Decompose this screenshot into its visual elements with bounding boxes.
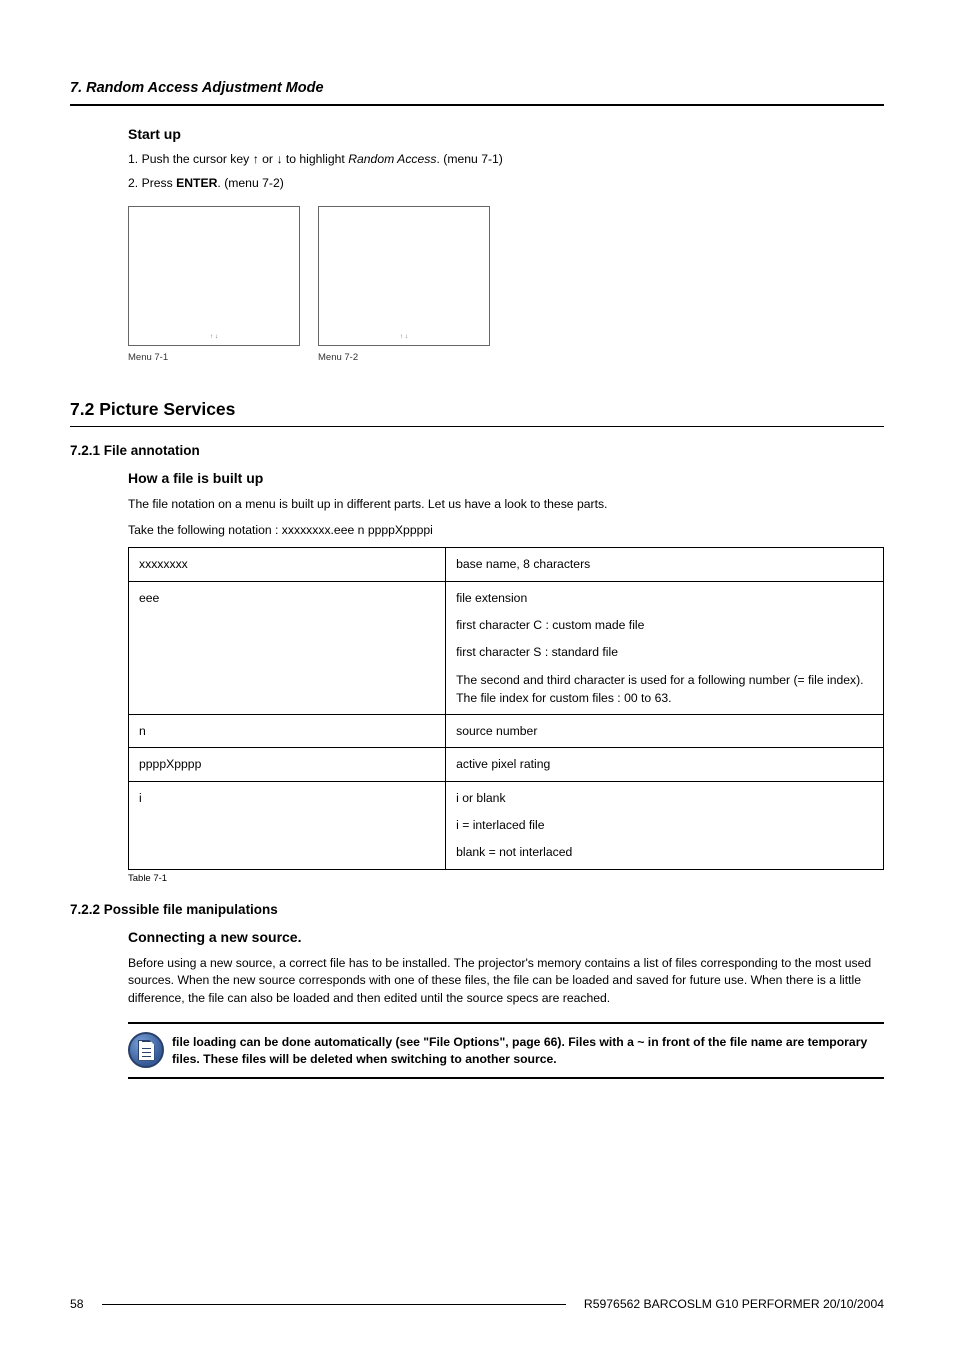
subsection-721-heading: 7.2.1 File annotation: [70, 443, 884, 458]
startup-steps: 1. Push the cursor key ↑ or ↓ to highlig…: [128, 152, 884, 190]
table-row: xxxxxxxx base name, 8 characters: [129, 548, 884, 581]
cell-line: first character C : custom made file: [456, 616, 873, 634]
step-bold: ENTER: [176, 176, 217, 190]
menu-screenshots: ↑ ↓ Menu 7-1 ↑ ↓ Menu 7-2: [128, 206, 884, 363]
section-rule: [70, 426, 884, 427]
chapter-rule: [70, 104, 884, 106]
cell-line: base name, 8 characters: [456, 555, 873, 573]
file-built-heading: How a file is built up: [128, 470, 884, 486]
table-val: i or blank i = interlaced file blank = n…: [446, 781, 884, 869]
cell-line: blank = not interlaced: [456, 843, 873, 861]
page-number: 58: [70, 1297, 84, 1311]
cell-line: The second and third character is used f…: [456, 671, 873, 708]
paragraph: Before using a new source, a correct fil…: [128, 955, 884, 1008]
file-annotation-table: xxxxxxxx base name, 8 characters eee fil…: [128, 547, 884, 869]
connecting-heading: Connecting a new source.: [128, 929, 884, 945]
footer-rule: [102, 1304, 566, 1305]
cell-line: source number: [456, 722, 873, 740]
table-val: active pixel rating: [446, 748, 884, 781]
step-emph: Random Access: [348, 152, 436, 166]
cell-line: i = interlaced file: [456, 816, 873, 834]
table-row: i i or blank i = interlaced file blank =…: [129, 781, 884, 869]
cell-line: first character S : standard file: [456, 643, 873, 661]
cell-line: file extension: [456, 589, 873, 607]
step-number: 2.: [128, 176, 138, 190]
step-text: Push the cursor key ↑ or ↓ to highlight: [142, 152, 349, 166]
menu-caption: Menu 7-1: [128, 352, 300, 363]
cell-line: active pixel rating: [456, 755, 873, 773]
document-icon: [128, 1032, 164, 1068]
menu-hint: ↑ ↓: [129, 333, 299, 341]
table-row: eee file extension first character C : c…: [129, 581, 884, 714]
table-row: n source number: [129, 715, 884, 748]
table-key: xxxxxxxx: [129, 548, 446, 581]
note-text: file loading can be done automatically (…: [172, 1032, 884, 1069]
cell-line: i or blank: [456, 789, 873, 807]
step-text: . (menu 7-2): [217, 176, 283, 190]
table-caption: Table 7-1: [128, 873, 884, 884]
table-row: ppppXpppp active pixel rating: [129, 748, 884, 781]
menu-frame: ↑ ↓: [128, 206, 300, 346]
note-icon: [128, 1032, 172, 1069]
chapter-title: 7. Random Access Adjustment Mode: [70, 80, 884, 96]
paragraph: The file notation on a menu is built up …: [128, 496, 884, 514]
table-val: base name, 8 characters: [446, 548, 884, 581]
step-number: 1.: [128, 152, 138, 166]
list-item: 2. Press ENTER. (menu 7-2): [128, 176, 884, 190]
table-key: ppppXpppp: [129, 748, 446, 781]
table-val: source number: [446, 715, 884, 748]
note-box: file loading can be done automatically (…: [128, 1022, 884, 1079]
menu-hint: ↑ ↓: [319, 333, 489, 341]
section-72-heading: 7.2 Picture Services: [70, 399, 884, 420]
menu-frame: ↑ ↓: [318, 206, 490, 346]
table-key: n: [129, 715, 446, 748]
table-key: eee: [129, 581, 446, 714]
menu-box: ↑ ↓ Menu 7-2: [318, 206, 490, 363]
table-val: file extension first character C : custo…: [446, 581, 884, 714]
step-text: . (menu 7-1): [436, 152, 502, 166]
page-footer: 58 R5976562 BARCOSLM G10 PERFORMER 20/10…: [70, 1297, 884, 1311]
table-key: i: [129, 781, 446, 869]
step-text: Press: [142, 176, 177, 190]
startup-heading: Start up: [128, 126, 884, 142]
subsection-722-heading: 7.2.2 Possible file manipulations: [70, 902, 884, 917]
document-id: R5976562 BARCOSLM G10 PERFORMER 20/10/20…: [584, 1297, 884, 1311]
paragraph: Take the following notation : xxxxxxxx.e…: [128, 522, 884, 540]
menu-caption: Menu 7-2: [318, 352, 490, 363]
menu-box: ↑ ↓ Menu 7-1: [128, 206, 300, 363]
list-item: 1. Push the cursor key ↑ or ↓ to highlig…: [128, 152, 884, 166]
